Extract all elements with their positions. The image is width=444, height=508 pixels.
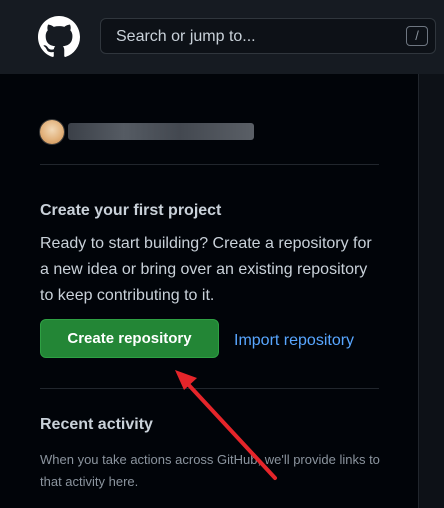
recent-activity-description: When you take actions across GitHub, we'…: [40, 452, 380, 489]
recent-activity-title: Recent activity: [40, 416, 153, 433]
github-logo-icon[interactable]: [38, 16, 80, 58]
divider: [40, 388, 379, 389]
divider: [40, 164, 379, 165]
redacted-username: [68, 123, 254, 140]
sidebar-border: [418, 74, 419, 508]
search-input[interactable]: Search or jump to... /: [100, 18, 436, 54]
create-repository-button[interactable]: Create repository: [40, 319, 219, 358]
search-placeholder: Search or jump to...: [116, 28, 256, 45]
search-shortcut-key: /: [406, 26, 428, 46]
first-project-title: Create your first project: [40, 202, 222, 219]
avatar: [40, 120, 64, 144]
top-header: Search or jump to... /: [0, 0, 444, 74]
first-project-description: Ready to start building? Create a reposi…: [40, 235, 372, 304]
import-repository-link[interactable]: Import repository: [234, 332, 354, 350]
